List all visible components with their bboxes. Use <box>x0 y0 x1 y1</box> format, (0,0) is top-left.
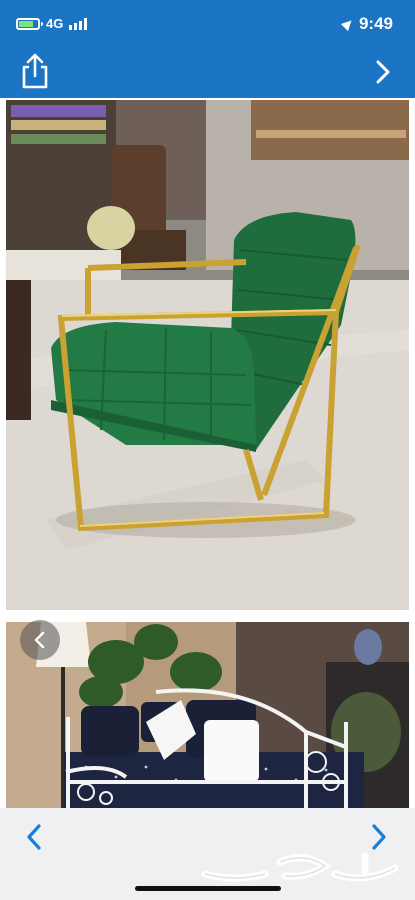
signal-icon <box>69 17 88 30</box>
battery-icon <box>16 17 43 30</box>
product-photo-2[interactable] <box>6 622 409 808</box>
location-arrow-icon <box>340 16 356 32</box>
product-photo-1[interactable] <box>6 100 409 610</box>
status-left: 4G <box>16 16 88 31</box>
chevron-left-icon[interactable] <box>24 822 44 852</box>
share-icon[interactable] <box>18 52 52 90</box>
bottom-toolbar <box>0 808 415 900</box>
home-indicator[interactable] <box>135 886 281 891</box>
chevron-right-icon[interactable] <box>373 60 393 84</box>
status-time: 9:49 <box>358 14 393 33</box>
network-label: 4G <box>46 16 64 31</box>
chevron-left-icon <box>34 631 45 649</box>
status-bar: 4G 9:49 <box>0 0 415 48</box>
gallery-prev-button[interactable] <box>20 620 60 660</box>
status-right: 9:49 <box>340 14 393 34</box>
top-nav-bar <box>0 48 415 98</box>
